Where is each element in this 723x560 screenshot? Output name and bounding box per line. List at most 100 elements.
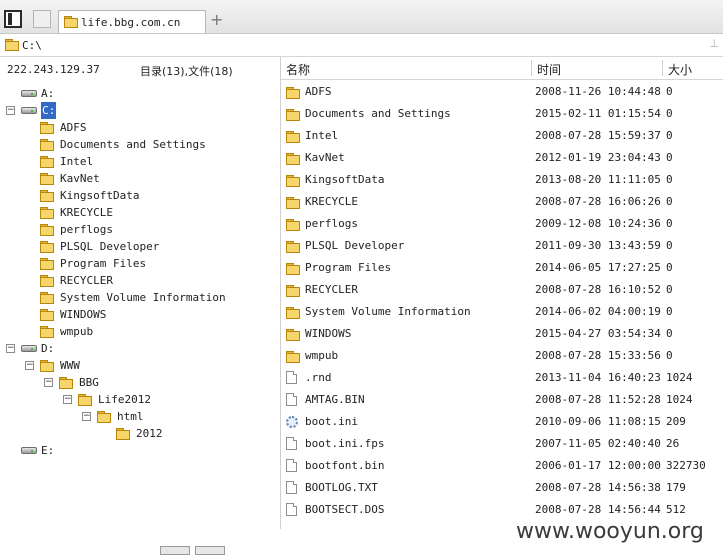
- tree-label[interactable]: WWW: [60, 357, 80, 374]
- folder-icon: [40, 139, 54, 151]
- file-size: 0: [666, 107, 673, 120]
- file-row[interactable]: Intel 2008-07-28 15:59:37 0: [281, 125, 723, 147]
- file-size: 1024: [666, 393, 693, 406]
- tree-label[interactable]: wmpub: [60, 323, 93, 340]
- tree-label[interactable]: KRECYCLE: [60, 204, 113, 221]
- tree-label[interactable]: WINDOWS: [60, 306, 106, 323]
- file-size: 0: [666, 195, 673, 208]
- file-size: 0: [666, 349, 673, 362]
- new-tab-button[interactable]: +: [210, 12, 223, 28]
- file-row[interactable]: AMTAG.BIN 2008-07-28 11:52:28 1024: [281, 389, 723, 411]
- folder-icon: [40, 309, 54, 321]
- tree-label[interactable]: Program Files: [60, 255, 146, 272]
- file-row[interactable]: PLSQL Developer 2011-09-30 13:43:59 0: [281, 235, 723, 257]
- tab-active[interactable]: life.bbg.com.cn: [58, 10, 206, 33]
- folder-icon: [40, 241, 54, 253]
- file-row[interactable]: wmpub 2008-07-28 15:33:56 0: [281, 345, 723, 367]
- folder-icon: [286, 153, 300, 165]
- tree-toggle[interactable]: −: [6, 344, 15, 353]
- file-name: boot.ini: [305, 415, 358, 428]
- tree-label[interactable]: A:: [41, 85, 54, 102]
- folder-icon: [40, 292, 54, 304]
- file-row[interactable]: KRECYCLE 2008-07-28 16:06:26 0: [281, 191, 723, 213]
- file-row[interactable]: KingsoftData 2013-08-20 11:11:05 0: [281, 169, 723, 191]
- file-time: 2008-11-26 10:44:48: [535, 85, 661, 98]
- file-row[interactable]: boot.ini 2010-09-06 11:08:15 209: [281, 411, 723, 433]
- file-row[interactable]: Program Files 2014-06-05 17:27:25 0: [281, 257, 723, 279]
- file-name: wmpub: [305, 349, 339, 362]
- file-row[interactable]: perflogs 2009-12-08 10:24:36 0: [281, 213, 723, 235]
- file-time: 2011-09-30 13:43:59: [535, 239, 661, 252]
- file-time: 2013-11-04 16:40:23: [535, 371, 661, 384]
- folder-icon: [116, 428, 130, 440]
- folder-icon: [40, 275, 54, 287]
- column-time[interactable]: 时间: [537, 61, 561, 78]
- file-row[interactable]: BOOTLOG.TXT 2008-07-28 14:56:38 179: [281, 477, 723, 499]
- file-row[interactable]: Documents and Settings 2015-02-11 01:15:5…: [281, 103, 723, 125]
- file-row[interactable]: ADFS 2008-11-26 10:44:48 0: [281, 81, 723, 103]
- file-size: 322730: [666, 459, 706, 472]
- folder-icon: [286, 175, 300, 187]
- tab-bar: life.bbg.com.cn +: [0, 0, 723, 34]
- folder-icon: [286, 197, 300, 209]
- file-name: ADFS: [305, 85, 332, 98]
- blank-tab-button[interactable]: [33, 10, 51, 28]
- folder-icon: [59, 377, 73, 389]
- tree-label[interactable]: html: [117, 408, 144, 425]
- file-size: 209: [666, 415, 686, 428]
- file-size: 0: [666, 85, 673, 98]
- tab-title: life.bbg.com.cn: [81, 16, 181, 29]
- file-row[interactable]: boot.ini.fps 2007-11-05 02:40:40 26: [281, 433, 723, 455]
- file-row[interactable]: WINDOWS 2015-04-27 03:54:34 0: [281, 323, 723, 345]
- file-size: 0: [666, 129, 673, 142]
- column-divider[interactable]: [662, 60, 663, 76]
- file-size: 26: [666, 437, 680, 450]
- address-go-button[interactable]: ⊥: [709, 37, 719, 50]
- settings-file-icon: [286, 416, 298, 428]
- tree-label[interactable]: Documents and Settings: [60, 136, 206, 153]
- tree-label[interactable]: ADFS: [60, 119, 87, 136]
- tree-toggle[interactable]: −: [44, 378, 53, 387]
- file-name: BOOTLOG.TXT: [305, 481, 378, 494]
- tree-label[interactable]: E:: [41, 442, 54, 459]
- tree-label[interactable]: D:: [41, 340, 54, 357]
- tree-label[interactable]: KingsoftData: [60, 187, 139, 204]
- file-row[interactable]: bootfont.bin 2006-01-17 12:00:00 322730: [281, 455, 723, 477]
- small-button[interactable]: [195, 546, 225, 555]
- address-bar[interactable]: C:\ ⊥: [0, 34, 723, 57]
- tree-label[interactable]: perflogs: [60, 221, 113, 238]
- tree-label[interactable]: RECYCLER: [60, 272, 113, 289]
- tree-label[interactable]: 2012: [136, 425, 163, 442]
- folder-icon: [286, 263, 300, 275]
- address-path[interactable]: C:\: [22, 39, 42, 52]
- file-row[interactable]: RECYCLER 2008-07-28 16:10:52 0: [281, 279, 723, 301]
- file-row[interactable]: .rnd 2013-11-04 16:40:23 1024: [281, 367, 723, 389]
- file-row[interactable]: BOOTSECT.DOS 2008-07-28 14:56:44 512: [281, 499, 723, 521]
- folder-icon: [97, 411, 111, 423]
- column-divider[interactable]: [531, 60, 532, 76]
- tree-label[interactable]: Life2012: [98, 391, 151, 408]
- tree-toggle[interactable]: −: [6, 106, 15, 115]
- small-button[interactable]: [160, 546, 190, 555]
- file-row[interactable]: KavNet 2012-01-19 23:04:43 0: [281, 147, 723, 169]
- watermark: www.wooyun.org: [516, 519, 704, 544]
- tree-label[interactable]: C:: [41, 102, 57, 119]
- file-time: 2013-08-20 11:11:05: [535, 173, 661, 186]
- file-time: 2015-04-27 03:54:34: [535, 327, 661, 340]
- tree-label[interactable]: BBG: [79, 374, 99, 391]
- file-name: .rnd: [305, 371, 332, 384]
- tree-toggle[interactable]: −: [63, 395, 72, 404]
- tree-label[interactable]: PLSQL Developer: [60, 238, 159, 255]
- file-size: 0: [666, 283, 673, 296]
- tree-label[interactable]: System Volume Information: [60, 289, 226, 306]
- drive-icon: [21, 445, 37, 454]
- toggle-panel-button[interactable]: [4, 10, 22, 28]
- tree-label[interactable]: KavNet: [60, 170, 100, 187]
- file-time: 2008-07-28 15:59:37: [535, 129, 661, 142]
- tree-toggle[interactable]: −: [82, 412, 91, 421]
- column-size[interactable]: 大小: [668, 61, 692, 78]
- file-row[interactable]: System Volume Information 2014-06-02 04:0…: [281, 301, 723, 323]
- tree-toggle[interactable]: −: [25, 361, 34, 370]
- tree-label[interactable]: Intel: [60, 153, 93, 170]
- column-name[interactable]: 名称: [286, 61, 310, 78]
